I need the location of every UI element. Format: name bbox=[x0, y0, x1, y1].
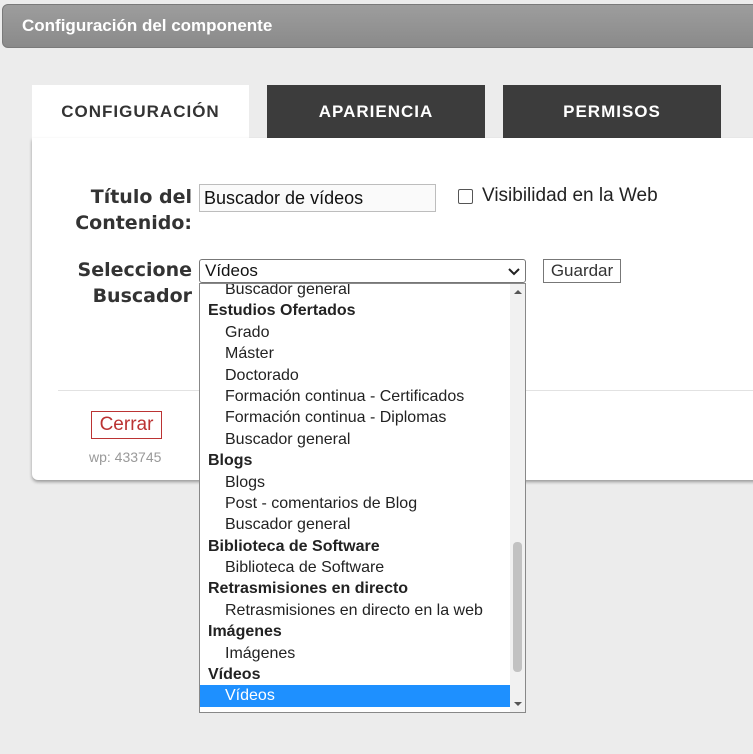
title-label-line1: Título del bbox=[90, 186, 192, 208]
option-group-label: Estudios Ofertados bbox=[208, 302, 356, 320]
save-button[interactable]: Guardar bbox=[543, 259, 621, 283]
dropdown-option[interactable]: Biblioteca de Software bbox=[200, 557, 510, 578]
dropdown-option[interactable]: Máster bbox=[200, 343, 510, 364]
dropdown-option[interactable]: Retrasmisiones en directo en la web bbox=[200, 600, 510, 621]
search-select[interactable]: Vídeos bbox=[199, 259, 526, 283]
dropdown-option[interactable]: Imágenes bbox=[200, 643, 510, 664]
dropdown-option[interactable]: Blogs bbox=[200, 472, 510, 493]
window-title-bar: Configuración del componente bbox=[2, 4, 753, 48]
visibility-label: Visibilidad en la Web bbox=[482, 185, 658, 206]
dropdown-option[interactable]: Buscador general bbox=[200, 284, 510, 300]
dropdown-option[interactable]: Buscador general bbox=[200, 514, 510, 535]
dropdown-options: Buscador general Estudios Ofertados Grado M… bbox=[200, 284, 510, 707]
search-select-value: Vídeos bbox=[205, 261, 258, 280]
dropdown-option[interactable]: Post - comentarios de Blog bbox=[200, 493, 510, 514]
option-group-label: Imágenes bbox=[208, 623, 282, 641]
search-label-line1: Seleccione bbox=[77, 259, 192, 281]
wp-id: wp: 433745 bbox=[89, 449, 162, 465]
dropdown-scrollbar[interactable] bbox=[510, 284, 525, 712]
scroll-up-icon[interactable] bbox=[514, 290, 522, 294]
search-field-label: Seleccione Buscador bbox=[60, 257, 192, 309]
chevron-down-icon bbox=[508, 268, 520, 276]
window-title: Configuración del componente bbox=[22, 16, 273, 35]
option-group-label: Retrasmisiones en directo bbox=[208, 580, 409, 598]
dropdown-option[interactable]: Formación continua - Diplomas bbox=[200, 407, 510, 428]
tab-apariencia[interactable]: APARIENCIA bbox=[267, 85, 485, 138]
title-label-line2: Contenido: bbox=[75, 212, 192, 234]
title-field-label: Título del Contenido: bbox=[60, 184, 192, 236]
close-button[interactable]: Cerrar bbox=[91, 411, 162, 439]
dropdown-option[interactable]: Buscador general bbox=[200, 429, 510, 450]
scroll-thumb[interactable] bbox=[513, 542, 522, 672]
option-group-label: Vídeos bbox=[208, 666, 261, 684]
search-label-line2: Buscador bbox=[92, 285, 192, 307]
title-input[interactable]: Buscador de vídeos bbox=[199, 184, 436, 212]
search-dropdown-list[interactable]: Buscador general Estudios Ofertados Grado M… bbox=[199, 283, 526, 713]
scroll-down-icon[interactable] bbox=[514, 702, 522, 706]
option-group-label: Biblioteca de Software bbox=[208, 537, 380, 555]
dropdown-option[interactable]: Doctorado bbox=[200, 365, 510, 386]
option-group-label: Blogs bbox=[208, 452, 253, 470]
dropdown-option[interactable]: Grado bbox=[200, 322, 510, 343]
dropdown-option[interactable]: Formación continua - Certificados bbox=[200, 386, 510, 407]
visibility-checkbox[interactable] bbox=[458, 189, 473, 204]
tab-configuracion[interactable]: CONFIGURACIÓN bbox=[32, 85, 249, 138]
dropdown-option[interactable]: Vídeos bbox=[200, 685, 510, 707]
tab-permisos[interactable]: PERMISOS bbox=[503, 85, 721, 138]
